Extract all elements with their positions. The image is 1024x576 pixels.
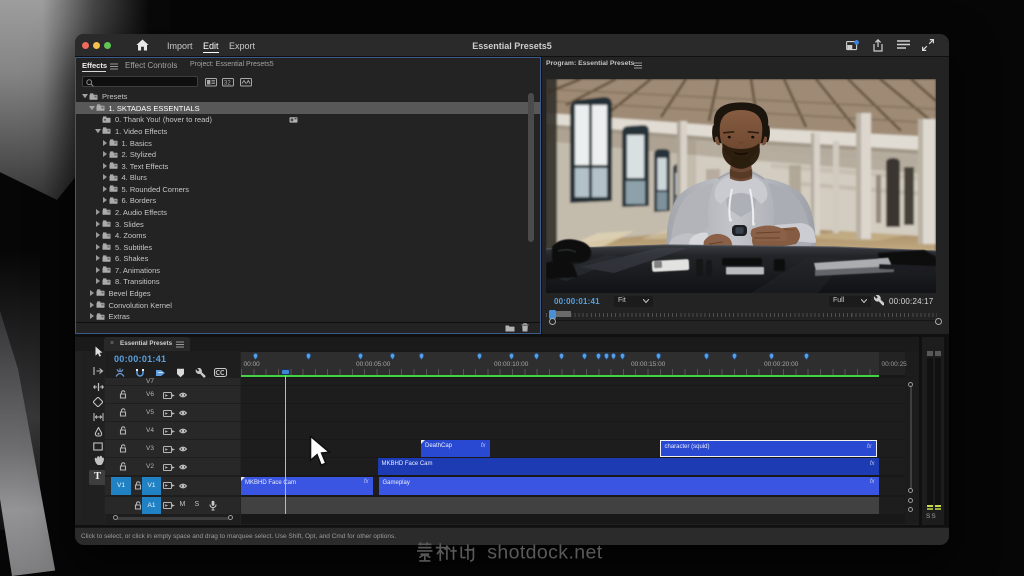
svg-text:32: 32 — [224, 80, 231, 86]
